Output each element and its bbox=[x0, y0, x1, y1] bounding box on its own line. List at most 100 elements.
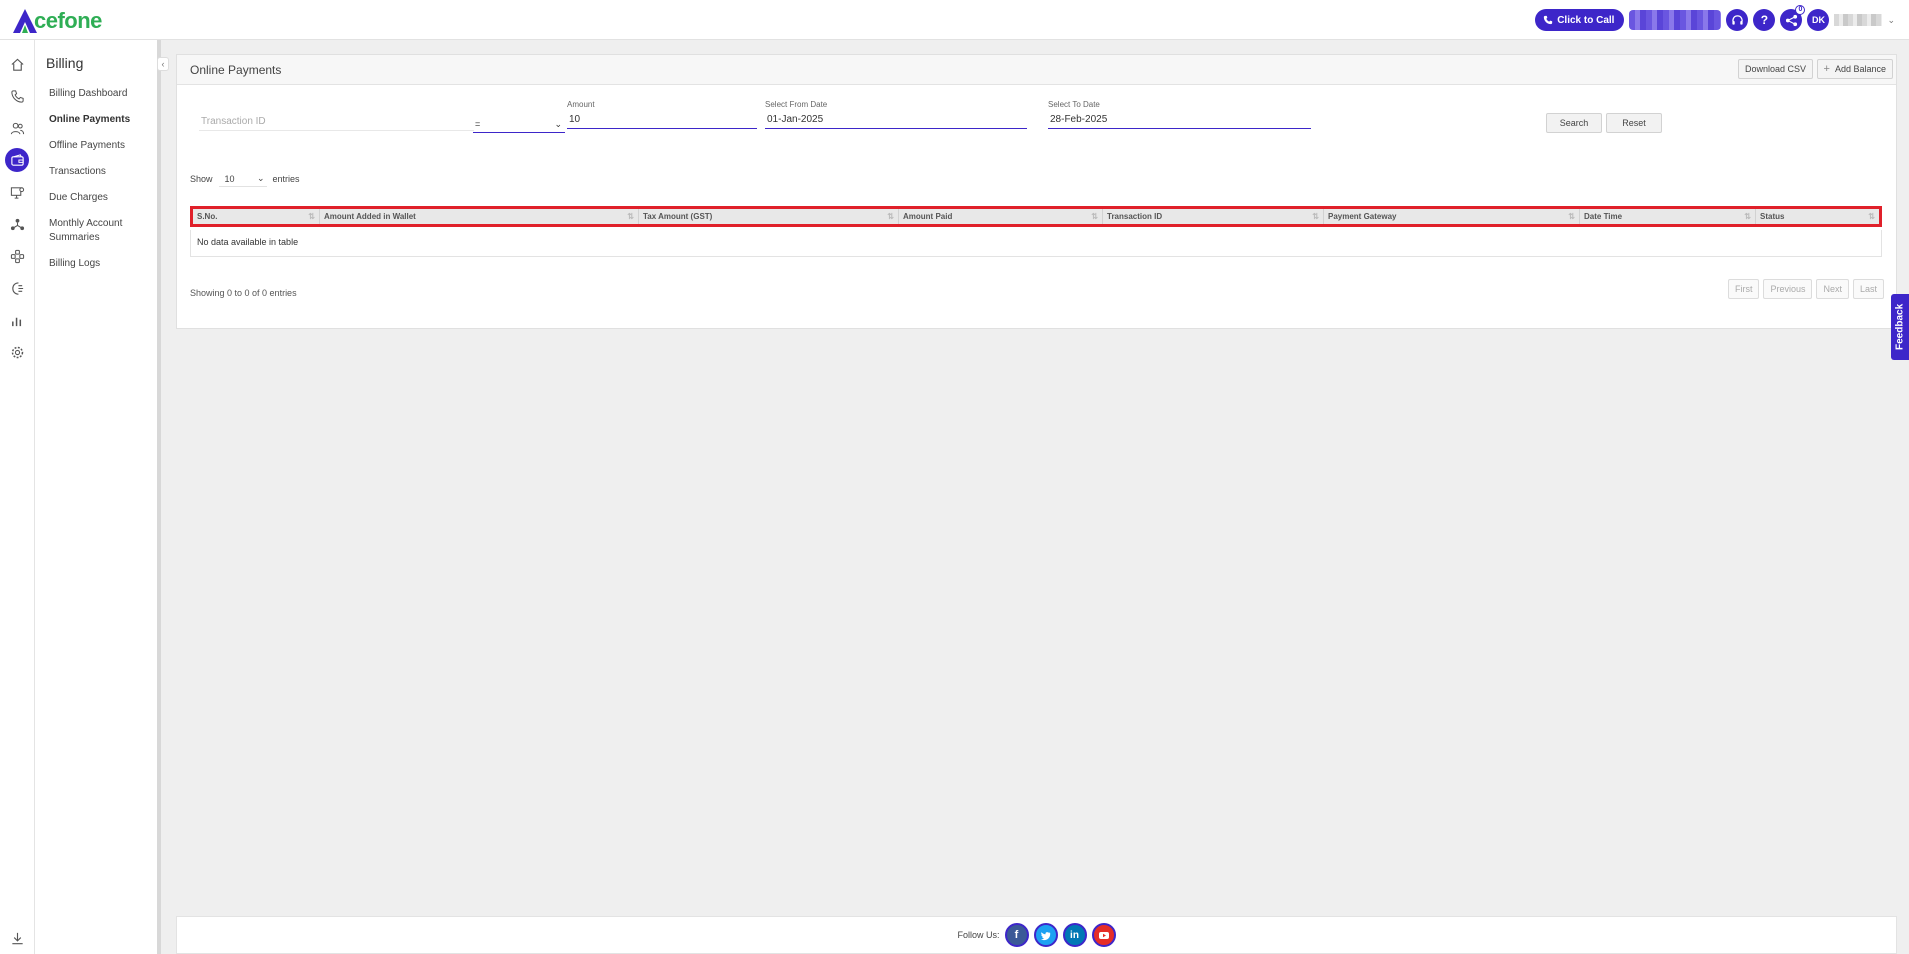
add-balance-label: Add Balance bbox=[1834, 64, 1886, 74]
phone-icon[interactable] bbox=[5, 84, 29, 108]
plus-icon: + bbox=[1823, 63, 1830, 75]
column-header-amount-added[interactable]: Amount Added in Wallet ⇅ bbox=[320, 209, 639, 224]
click-to-call-label: Click to Call bbox=[1557, 14, 1615, 26]
chevron-down-icon: ⌄ bbox=[256, 173, 265, 183]
subnav-item-billing-dashboard[interactable]: Billing Dashboard bbox=[49, 87, 127, 101]
table-empty-row: No data available in table bbox=[190, 230, 1882, 257]
user-name[interactable] bbox=[1834, 14, 1883, 26]
entries-label: entries bbox=[272, 174, 300, 184]
subnav-item-online-payments[interactable]: Online Payments bbox=[49, 113, 130, 127]
online-payments-panel: Online Payments Download CSV + Add Balan… bbox=[176, 54, 1897, 329]
column-header-status[interactable]: Status ⇅ bbox=[1756, 209, 1879, 224]
previous-page-button[interactable]: Previous bbox=[1763, 279, 1813, 299]
reports-icon[interactable] bbox=[5, 308, 29, 332]
network-icon[interactable] bbox=[5, 212, 29, 236]
page-length-value: 10 bbox=[224, 173, 235, 184]
integrations-icon[interactable] bbox=[5, 244, 29, 268]
monitor-user-icon[interactable] bbox=[5, 180, 29, 204]
show-label: Show bbox=[190, 174, 213, 184]
home-icon[interactable] bbox=[5, 52, 29, 76]
footer: Follow Us: f in bbox=[176, 916, 1897, 954]
phone-icon bbox=[1544, 15, 1553, 25]
feedback-tab[interactable]: Feedback bbox=[1891, 294, 1909, 360]
subnav-item-transactions[interactable]: Transactions bbox=[49, 165, 106, 179]
from-date-input[interactable]: 01-Jan-2025 bbox=[765, 111, 1027, 129]
amount-operator-select[interactable]: = ⌄ bbox=[473, 115, 565, 133]
transaction-id-input[interactable]: Transaction ID bbox=[199, 113, 474, 131]
column-header-transaction-id[interactable]: Transaction ID ⇅ bbox=[1103, 209, 1324, 224]
column-header-tax-amount[interactable]: Tax Amount (GST) ⇅ bbox=[639, 209, 899, 224]
download-icon[interactable] bbox=[5, 926, 29, 950]
show-entries: Show 10 ⌄ entries bbox=[190, 171, 300, 187]
users-icon[interactable] bbox=[5, 116, 29, 140]
search-button[interactable]: Search bbox=[1546, 113, 1602, 133]
sort-icon: ⇅ bbox=[308, 212, 315, 221]
share-network-icon bbox=[1785, 14, 1798, 26]
sort-icon: ⇅ bbox=[1568, 212, 1575, 221]
column-header-sno[interactable]: S.No. ⇅ bbox=[193, 209, 320, 224]
collapse-sidebar-button[interactable]: ‹ bbox=[157, 57, 169, 71]
sort-icon: ⇅ bbox=[887, 212, 894, 221]
linkedin-icon[interactable]: in bbox=[1062, 923, 1087, 947]
sort-icon: ⇅ bbox=[1312, 212, 1319, 221]
brand-logo[interactable]: cefone bbox=[12, 6, 102, 34]
notification-badge: 0 bbox=[1795, 5, 1806, 15]
page-title: Online Payments bbox=[190, 63, 282, 77]
chevron-down-icon: ⌄ bbox=[554, 119, 562, 129]
click-to-call-button[interactable]: Click to Call bbox=[1535, 9, 1625, 31]
softphone-button[interactable] bbox=[1726, 9, 1749, 31]
chevron-left-icon: ‹ bbox=[161, 59, 165, 69]
subnav-item-billing-logs[interactable]: Billing Logs bbox=[49, 257, 100, 271]
last-page-button[interactable]: Last bbox=[1852, 279, 1884, 299]
to-date-label: Select To Date bbox=[1048, 100, 1100, 109]
subnav-item-due-charges[interactable]: Due Charges bbox=[49, 191, 108, 205]
settings-icon[interactable] bbox=[5, 340, 29, 364]
table-header: S.No. ⇅ Amount Added in Wallet ⇅ Tax Amoun… bbox=[190, 206, 1882, 227]
column-header-date-time[interactable]: Date Time ⇅ bbox=[1580, 209, 1756, 224]
user-avatar[interactable]: DK bbox=[1807, 9, 1830, 31]
subnav-title: Billing bbox=[46, 55, 84, 71]
add-balance-button[interactable]: + Add Balance bbox=[1816, 59, 1893, 79]
facebook-icon[interactable]: f bbox=[1004, 923, 1029, 947]
column-header-payment-gateway[interactable]: Payment Gateway ⇅ bbox=[1324, 209, 1580, 224]
follow-us-label: Follow Us: bbox=[957, 930, 1000, 940]
twitter-icon[interactable] bbox=[1033, 923, 1058, 947]
next-page-button[interactable]: Next bbox=[1816, 279, 1849, 299]
table-info: Showing 0 to 0 of 0 entries bbox=[190, 288, 297, 298]
billing-subnav: Billing Billing Dashboard Online Payment… bbox=[35, 40, 161, 954]
transaction-id-field[interactable]: Transaction ID bbox=[199, 113, 474, 131]
from-date-label: Select From Date bbox=[765, 100, 828, 109]
to-date-field[interactable]: Select To Date 28-Feb-2025 bbox=[1048, 100, 1311, 129]
from-date-field[interactable]: Select From Date 01-Jan-2025 bbox=[765, 100, 1027, 129]
sort-icon: ⇅ bbox=[1091, 212, 1098, 221]
brand-name: cefone bbox=[34, 8, 102, 33]
wallet-icon[interactable] bbox=[5, 148, 29, 172]
sort-icon: ⇅ bbox=[627, 212, 634, 221]
operator-value: = bbox=[475, 119, 481, 129]
caller-id-select[interactable] bbox=[1629, 10, 1722, 30]
call-flow-icon[interactable] bbox=[5, 276, 29, 300]
pagination: First Previous Next Last bbox=[1727, 279, 1884, 299]
top-bar: cefone Click to Call ? 0 DK ⌄ bbox=[0, 0, 1909, 40]
column-header-amount-paid[interactable]: Amount Paid ⇅ bbox=[899, 209, 1103, 224]
first-page-button[interactable]: First bbox=[1727, 279, 1760, 299]
amount-input[interactable]: 10 bbox=[567, 111, 757, 129]
sort-icon: ⇅ bbox=[1868, 212, 1875, 221]
subnav-item-monthly-account-summaries[interactable]: Monthly Account Summaries bbox=[49, 217, 131, 245]
network-status-button[interactable]: 0 bbox=[1780, 5, 1806, 31]
to-date-input[interactable]: 28-Feb-2025 bbox=[1048, 111, 1311, 129]
subnav-item-offline-payments[interactable]: Offline Payments bbox=[49, 139, 125, 153]
reset-button[interactable]: Reset bbox=[1606, 113, 1662, 133]
amount-field[interactable]: Amount 10 bbox=[567, 100, 757, 129]
help-button[interactable]: ? bbox=[1753, 9, 1776, 31]
chevron-down-icon[interactable]: ⌄ bbox=[1887, 15, 1895, 26]
page-length-select[interactable]: 10 ⌄ bbox=[218, 171, 267, 187]
headset-icon bbox=[1732, 14, 1743, 25]
panel-header: Online Payments Download CSV + Add Balan… bbox=[177, 55, 1896, 85]
icon-rail bbox=[0, 40, 35, 954]
download-csv-button[interactable]: Download CSV bbox=[1737, 59, 1813, 79]
amount-label: Amount bbox=[567, 100, 595, 109]
youtube-icon[interactable] bbox=[1091, 923, 1116, 947]
sort-icon: ⇅ bbox=[1744, 212, 1751, 221]
help-icon: ? bbox=[1760, 13, 1769, 27]
